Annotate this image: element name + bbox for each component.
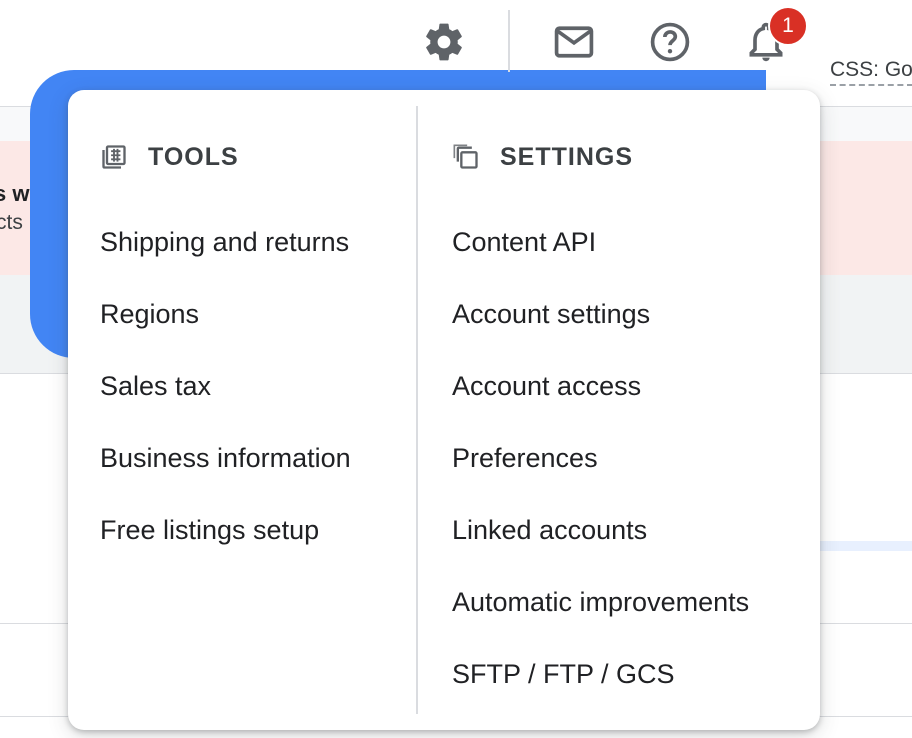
- menu-item-account-settings[interactable]: Account settings: [452, 298, 650, 330]
- alert-title: s w: [0, 181, 30, 206]
- gear-icon[interactable]: [420, 18, 468, 66]
- tools-settings-menu: TOOLS Shipping and returns Regions Sales…: [68, 90, 820, 730]
- help-icon[interactable]: [646, 18, 694, 66]
- menu-item-sftp-ftp-gcs[interactable]: SFTP / FTP / GCS: [452, 658, 675, 690]
- page: s w cts 1 CSS: Go TOOLS Shipping and ret…: [0, 0, 912, 738]
- menu-item-linked-accounts[interactable]: Linked accounts: [452, 514, 647, 546]
- progress-track: [820, 541, 912, 551]
- settings-title: SETTINGS: [500, 142, 634, 171]
- menu-item-regions[interactable]: Regions: [100, 298, 199, 330]
- menu-item-free-listings-setup[interactable]: Free listings setup: [100, 514, 319, 546]
- tools-title: TOOLS: [148, 142, 239, 171]
- tools-header: TOOLS: [100, 142, 239, 172]
- alert-text: cts: [0, 211, 23, 234]
- account-name[interactable]: CSS: Go: [830, 58, 912, 86]
- toolbar-divider: [508, 10, 510, 72]
- notification-badge: 1: [768, 6, 808, 46]
- menu-item-content-api[interactable]: Content API: [452, 226, 596, 258]
- menu-item-automatic-improvements[interactable]: Automatic improvements: [452, 586, 749, 618]
- settings-copy-icon: [452, 142, 482, 172]
- menu-column-divider: [416, 106, 418, 714]
- menu-item-account-access[interactable]: Account access: [452, 370, 641, 402]
- menu-item-business-information[interactable]: Business information: [100, 442, 351, 474]
- tools-icon: [100, 142, 130, 172]
- settings-header: SETTINGS: [452, 142, 633, 172]
- menu-item-preferences[interactable]: Preferences: [452, 442, 598, 474]
- menu-item-sales-tax[interactable]: Sales tax: [100, 370, 211, 402]
- mail-icon[interactable]: [550, 18, 598, 66]
- menu-item-shipping-and-returns[interactable]: Shipping and returns: [100, 226, 349, 258]
